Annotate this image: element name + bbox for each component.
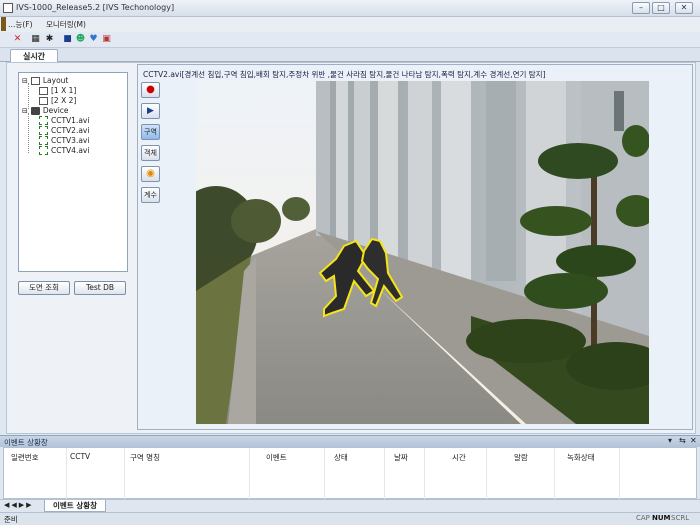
menu-bar: …능(F) 모니터링(M) xyxy=(0,17,700,32)
camera-icon xyxy=(39,126,48,135)
tree-layout-1x1[interactable]: [1 X 1] xyxy=(39,86,76,95)
cap-indicator: CAP xyxy=(636,514,650,522)
tab-events[interactable]: 이벤트 상황창 xyxy=(44,500,107,512)
alert-icon[interactable]: ◉ xyxy=(141,166,160,182)
tree-layout-node[interactable]: ⊟ Layout xyxy=(22,76,68,85)
menu-monitoring[interactable]: 모니터링(M) xyxy=(46,19,86,30)
video-caption: CCTV2.avi[경계선 침입,구역 침입,배회 탐지,주정차 위반 ,물건 … xyxy=(143,70,546,79)
count-button[interactable]: 계수 xyxy=(141,187,160,203)
test-db-button[interactable]: Test DB xyxy=(74,281,126,295)
save-icon[interactable]: ■ xyxy=(62,34,73,45)
users-icon[interactable]: ☻ xyxy=(75,34,86,45)
menu-grip-icon xyxy=(1,17,6,31)
cctv-scene xyxy=(196,81,649,424)
col-time[interactable]: 시간 xyxy=(452,452,466,463)
col-zone-name[interactable]: 구역 명칭 xyxy=(130,452,160,463)
col-serial-number[interactable]: 일련번호 xyxy=(11,452,39,463)
tree-device-node[interactable]: ⊟ Device xyxy=(22,106,69,115)
toolbar: ✕ ▦ ✱ ■ ☻ ♥ ▣ xyxy=(0,32,700,48)
close-icon[interactable]: ✕ xyxy=(12,34,23,45)
camera-icon xyxy=(39,136,48,145)
grid-icon[interactable]: ▦ xyxy=(30,34,41,45)
camera-icon xyxy=(39,116,48,125)
minimize-button[interactable]: – xyxy=(632,2,650,14)
book-icon[interactable]: ▣ xyxy=(101,34,112,45)
num-indicator: NUM xyxy=(652,514,671,522)
tab-scroll-arrows-icon[interactable]: ◀◀▶▶ xyxy=(4,501,34,509)
layout-icon xyxy=(30,76,40,85)
pin-icon[interactable]: ▾ xyxy=(668,436,672,445)
events-tab-strip: ◀◀▶▶ 이벤트 상황창 xyxy=(0,499,700,512)
play-icon[interactable]: ▶ xyxy=(141,103,160,119)
map-view-button[interactable]: 도면 조회 xyxy=(18,281,70,295)
status-bar: 준비 CAP NUM SCRL xyxy=(0,512,700,525)
tab-live[interactable]: 실시간 xyxy=(10,49,58,63)
close-button[interactable]: ✕ xyxy=(675,2,693,14)
gear-icon[interactable]: ✱ xyxy=(44,34,55,45)
window-icon xyxy=(39,96,48,105)
app-icon xyxy=(3,3,13,13)
record-icon[interactable]: ● xyxy=(141,82,160,98)
title-bar: IVS-1000_Release5.2 [IVS Techonology] – … xyxy=(0,0,700,17)
video-frame[interactable] xyxy=(196,81,649,424)
events-table[interactable]: 일련번호 CCTV 구역 명칭 이벤트 상태 날짜 시간 알람 녹화상태 xyxy=(3,447,697,500)
menu-function[interactable]: …능(F) xyxy=(8,19,33,30)
col-state[interactable]: 상태 xyxy=(334,452,348,463)
col-event[interactable]: 이벤트 xyxy=(266,452,287,463)
tree-layout-2x2[interactable]: [2 X 2] xyxy=(39,96,76,105)
camera-icon xyxy=(39,146,48,155)
object-button[interactable]: 객체 xyxy=(141,145,160,161)
status-text: 준비 xyxy=(4,515,18,524)
tree-device-cctv2[interactable]: CCTV2.avi xyxy=(39,126,89,135)
close-panel-icon[interactable]: ✕ xyxy=(690,436,697,445)
tab-strip xyxy=(0,48,700,62)
events-panel-header: 이벤트 상황창 ▾ ⇆ ✕ xyxy=(0,435,700,447)
layout-device-tree: ⊟ Layout [1 X 1] [2 X 2] ⊟ Device CCTV1.av… xyxy=(18,72,128,272)
tree-device-cctv1[interactable]: CCTV1.avi xyxy=(39,116,89,125)
tree-device-cctv4[interactable]: CCTV4.avi xyxy=(39,146,89,155)
col-alarm[interactable]: 알람 xyxy=(514,452,528,463)
col-date[interactable]: 날짜 xyxy=(394,452,408,463)
window-title: IVS-1000_Release5.2 [IVS Techonology] xyxy=(16,3,175,12)
scrl-indicator: SCRL xyxy=(671,514,690,522)
zone-button[interactable]: 구역 xyxy=(141,124,160,140)
window-icon xyxy=(39,86,48,95)
col-record-state[interactable]: 녹화상태 xyxy=(567,452,595,463)
col-cctv[interactable]: CCTV xyxy=(70,452,90,461)
dock-icon[interactable]: ⇆ xyxy=(679,436,686,445)
maximize-button[interactable]: □ xyxy=(652,2,670,14)
heart-icon[interactable]: ♥ xyxy=(88,34,99,45)
device-icon xyxy=(30,106,40,115)
tree-device-cctv3[interactable]: CCTV3.avi xyxy=(39,136,89,145)
